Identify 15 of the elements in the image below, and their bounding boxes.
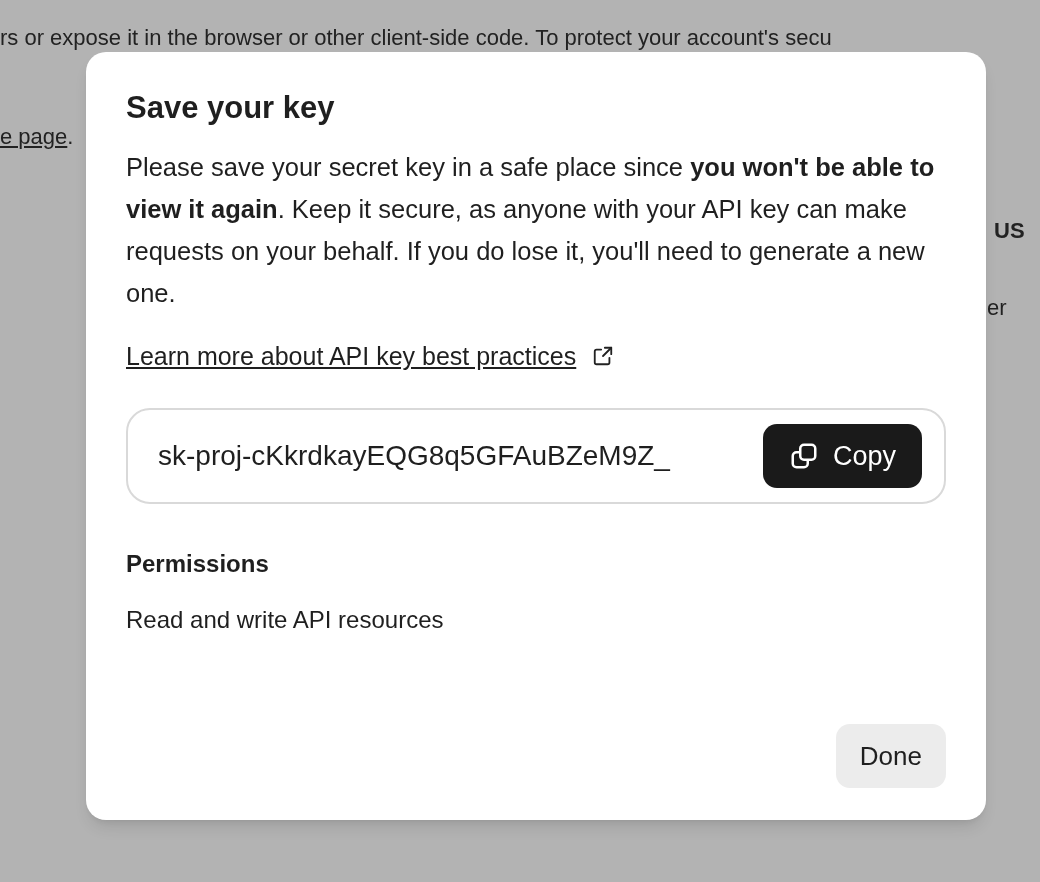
dialog-message: Please save your secret key in a safe place since you won't be able to view it again. Keep it secure, as anyone with your API key can make requests on your behalf. If you do lose it, you'll need to generate a new one. — [126, 152, 936, 309]
dialog-title: Save your key — [126, 89, 336, 127]
permissions-value: Read and write API resources — [126, 605, 445, 635]
column-heading: US — [994, 217, 1025, 245]
external-link-icon — [592, 345, 615, 367]
permissions-label: Permissions — [126, 549, 270, 579]
page-text: . — [67, 123, 74, 151]
key-text: sk-proj-cKkrdkayEQG8q5GFAuBZeM9Z_ — [158, 439, 670, 473]
page-text: er — [987, 294, 1007, 322]
page-link[interactable]: e page — [0, 121, 68, 153]
copy-button[interactable]: Copy — [762, 424, 922, 488]
done-button[interactable]: Done — [835, 724, 946, 788]
key-field[interactable]: sk-proj-cKkrdkayEQG8q5GFAuBZeM9Z_ Copy — [126, 408, 946, 504]
page-text: rs or expose it in the browser or other client-side code. To protect your account's secu — [0, 24, 832, 52]
best-practices-link[interactable]: Learn more about API key best practices — [126, 340, 577, 372]
